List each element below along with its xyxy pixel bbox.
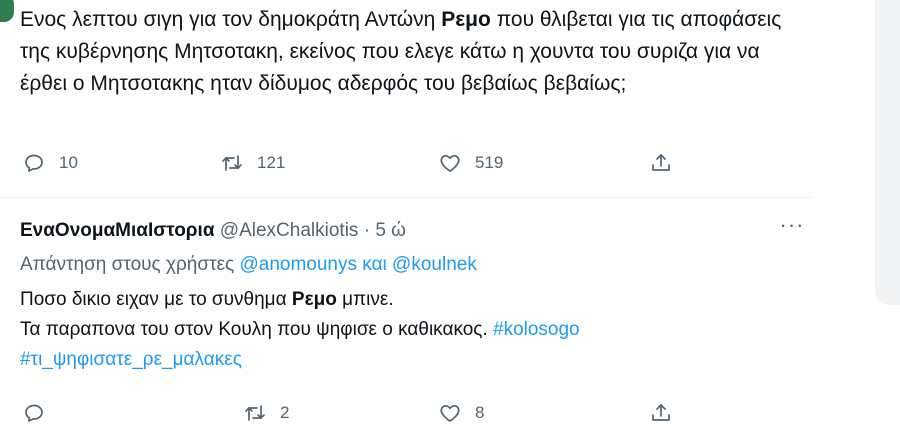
like-button[interactable]: 8 [438, 398, 484, 428]
tweet-text-part: Τα παραπονα του στον Κουλη που ψηφισε ο … [20, 319, 493, 340]
author-handle[interactable]: @AlexChalkiotis [220, 220, 359, 241]
retweet-icon [245, 405, 265, 421]
reply-and: και [357, 254, 393, 275]
retweet-icon [222, 155, 242, 171]
reply-button[interactable]: 10 [22, 148, 78, 178]
tweet-actions: 2 8 [0, 398, 812, 428]
share-button[interactable] [649, 148, 673, 178]
reply-icon [25, 154, 43, 172]
reply-count: 10 [59, 153, 78, 172]
retweet-button[interactable]: 121 [220, 148, 285, 178]
tweet[interactable]: ΕναΟνομαΜιαΙστορια @AlexChalkiotis · 5 ώ… [0, 198, 812, 422]
heart-icon [440, 404, 460, 422]
tweet[interactable]: Ενος λεπτου σιγη για τον δημοκράτη Αντών… [0, 0, 812, 198]
reply-button[interactable] [22, 398, 59, 428]
tweet-timestamp[interactable]: 5 ώ [375, 220, 406, 241]
mention-link[interactable]: @koulnek [392, 254, 477, 275]
header-separator: · [363, 220, 371, 241]
author-name[interactable]: ΕναΟνομαΜιαΙστορια [20, 220, 215, 241]
hashtag-link[interactable]: #kolosogo [493, 319, 580, 340]
retweet-button[interactable]: 2 [243, 398, 289, 428]
more-button[interactable]: ··· [775, 210, 809, 240]
retweet-count: 2 [280, 403, 290, 422]
like-count: 519 [475, 153, 504, 172]
tweet-text-part: Ενος λεπτου σιγη για τον δημοκράτη Αντών… [20, 8, 442, 31]
avatar[interactable] [0, 0, 14, 22]
share-button[interactable] [649, 398, 673, 428]
tweet-text: Ενος λεπτου σιγη για τον δημοκράτη Αντών… [20, 4, 800, 100]
mention-link[interactable]: @anomounys [239, 254, 357, 275]
tweet-actions: 10 121 519 [0, 148, 812, 178]
tweet-text-line: #τι_ψηφισατε_ρε_μαλακες [20, 345, 800, 375]
share-icon [652, 154, 670, 171]
more-icon: ··· [779, 212, 805, 237]
reply-icon [25, 404, 43, 422]
tweet-header: ΕναΟνομαΜιαΙστορια @AlexChalkiotis · 5 ώ [20, 218, 406, 244]
tweet-text-highlight: Ρεμο [441, 8, 491, 31]
retweet-count: 121 [257, 153, 286, 172]
timeline: Ενος λεπτου σιγη για τον δημοκράτη Αντών… [0, 0, 812, 422]
share-icon [652, 404, 670, 421]
tweet-text-line: Τα παραπονα του στον Κουλη που ψηφισε ο … [20, 315, 800, 345]
reply-prefix: Απάντηση στους χρήστες [20, 254, 240, 275]
sidebar-panel [875, 0, 900, 305]
tweet-text-line: Ποσο δικιο ειχαν με το συνθημα Ρεμο μπιν… [20, 285, 800, 315]
reply-context: Απάντηση στους χρήστες @anomounys και @k… [20, 251, 477, 279]
like-count: 8 [475, 403, 485, 422]
tweet-text-part: Ποσο δικιο ειχαν με το συνθημα [20, 289, 292, 310]
heart-icon [440, 154, 460, 172]
like-button[interactable]: 519 [438, 148, 503, 178]
tweet-text-highlight: Ρεμο [291, 289, 337, 310]
hashtag-link[interactable]: #τι_ψηφισατε_ρε_μαλακες [20, 349, 242, 370]
tweet-text: Ποσο δικιο ειχαν με το συνθημα Ρεμο μπιν… [20, 285, 800, 375]
tweet-text-part: μπινε. [336, 289, 394, 310]
